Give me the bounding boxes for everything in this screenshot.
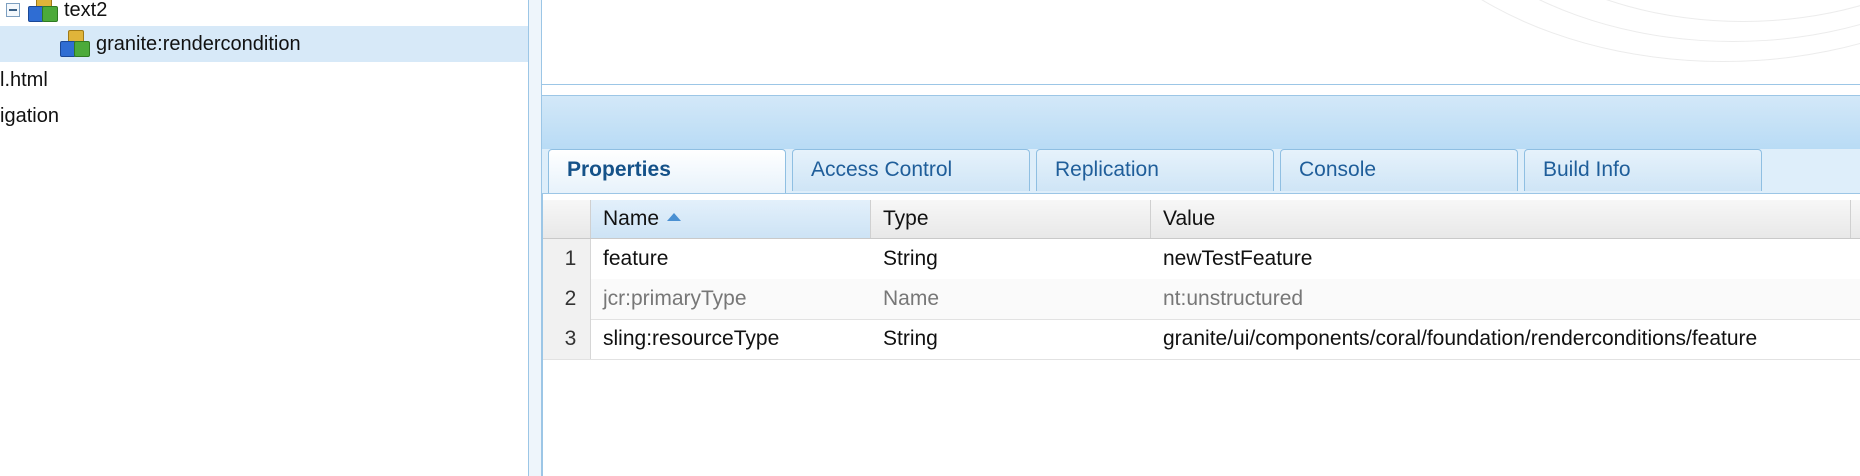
cell-name: sling:resourceType <box>603 327 780 350</box>
pane-gap <box>542 85 1860 95</box>
repository-tree: text2 granite:rendercondition l.html iga… <box>0 0 528 476</box>
column-header-name[interactable]: Name <box>591 200 871 238</box>
properties-grid: Name Type Value 1 feature String newTest… <box>542 194 1860 476</box>
tree-node-label: igation <box>0 105 59 127</box>
rownumber-header <box>543 200 591 238</box>
tab-bar: Properties Access Control Replication Co… <box>542 149 1860 194</box>
cell-type: String <box>883 247 938 270</box>
cell-value: nt:unstructured <box>1163 287 1304 310</box>
tree-node-navigation[interactable]: igation <box>0 98 528 134</box>
sort-ascending-icon <box>667 213 682 222</box>
table-row[interactable]: 2 jcr:primaryType Name nt:unstructured <box>543 279 1860 320</box>
table-row[interactable]: 3 sling:resourceType String granite/ui/c… <box>543 319 1860 360</box>
cell-name: feature <box>603 247 669 270</box>
panel-splitter[interactable] <box>528 0 542 476</box>
cell-value: granite/ui/components/coral/foundation/r… <box>1163 327 1758 350</box>
cell-type: String <box>883 327 938 350</box>
tree-node-granite-rendercondition[interactable]: granite:rendercondition <box>0 26 528 62</box>
tab-console[interactable]: Console <box>1280 149 1518 191</box>
editor-pane <box>542 0 1860 85</box>
cell-type: Name <box>883 287 940 310</box>
tree-node-html-file[interactable]: l.html <box>0 62 528 98</box>
collapse-toggle-icon[interactable] <box>6 3 20 17</box>
table-row[interactable]: 1 feature String newTestFeature <box>543 239 1860 280</box>
column-header-label: Type <box>883 207 929 230</box>
tab-access-control[interactable]: Access Control <box>792 149 1030 191</box>
tree-node-label: l.html <box>0 69 48 91</box>
cell-name: jcr:primaryType <box>603 287 747 310</box>
column-header-value[interactable]: Value <box>1151 200 1851 238</box>
column-header-label: Value <box>1163 207 1216 230</box>
column-header-label: Name <box>603 207 660 230</box>
grid-header: Name Type Value <box>543 200 1860 239</box>
tab-replication[interactable]: Replication <box>1036 149 1274 191</box>
cell-value: newTestFeature <box>1163 247 1313 270</box>
tab-properties[interactable]: Properties <box>548 149 786 193</box>
tree-node-label: text2 <box>64 0 108 21</box>
tab-build-info[interactable]: Build Info <box>1524 149 1762 191</box>
row-number: 1 <box>543 239 591 279</box>
column-header-type[interactable]: Type <box>871 200 1151 238</box>
row-number: 3 <box>543 319 591 359</box>
tree-node-label: granite:rendercondition <box>96 33 301 55</box>
tree-node-text2[interactable]: text2 <box>0 0 528 28</box>
node-cubes-icon <box>28 0 58 24</box>
bottom-panel-header <box>542 95 1860 150</box>
row-number: 2 <box>543 279 591 319</box>
node-cubes-icon <box>60 29 90 59</box>
